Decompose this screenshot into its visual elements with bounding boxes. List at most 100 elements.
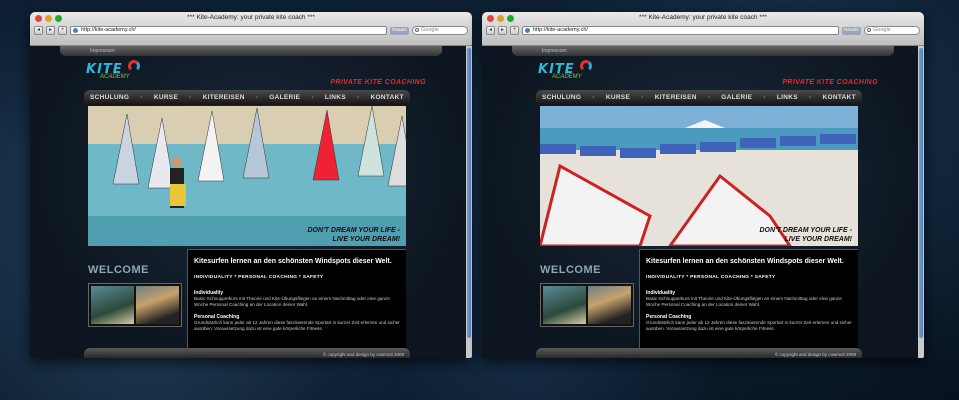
thumbnail-portrait[interactable] (588, 286, 631, 324)
windsurf-photo (88, 106, 406, 246)
vertical-scrollbar[interactable] (466, 46, 472, 358)
main-menu: SCHULUNG • KURSE • KITEREISEN • GALERIE • LINKS •… (84, 90, 410, 105)
content-headline: Kitesurfen lernen an den schönsten Winds… (194, 258, 392, 265)
menu-separator: • (255, 94, 259, 101)
search-placeholder: Google (421, 27, 439, 33)
page-footer: © copyright and design by cowmoti 2009 (84, 348, 410, 358)
hero-slogan: DON'T DREAM YOUR LIFE - LIVE YOUR DREAM! (307, 226, 400, 244)
search-input[interactable]: Google (864, 26, 920, 35)
beach-umbrella-0 (540, 144, 576, 154)
vertical-scrollbar[interactable] (918, 46, 924, 358)
content-headline: Kitesurfen lernen an den schönsten Winds… (646, 258, 844, 265)
url-text: http://kite-academy.ch/ (533, 27, 588, 33)
site-logo[interactable]: KITE ACADEMY (538, 60, 592, 80)
hero-image: DON'T DREAM YOUR LIFE - LIVE YOUR DREAM! (540, 106, 858, 246)
beach-umbrella-7 (820, 134, 856, 144)
reader-button[interactable]: Reader (390, 26, 409, 35)
title-bar: *** Kite-Academy: your private kite coac… (482, 12, 924, 46)
beach-umbrella-6 (780, 136, 816, 146)
toolbar: ◂ ▸ + http://kite-academy.ch/ Reader Goo… (486, 25, 920, 36)
url-text: http://kite-academy.ch/ (81, 27, 136, 33)
back-button[interactable]: ◂ (34, 26, 43, 35)
slogan-line-2: LIVE YOUR DREAM! (784, 236, 852, 243)
tagline: PRIVATE KITE COACHING (782, 79, 878, 86)
menu-item-kontakt[interactable]: KONTAKT (822, 94, 855, 101)
back-button[interactable]: ◂ (486, 26, 495, 35)
top-bar: Impressum (512, 46, 894, 56)
site-logo[interactable]: KITE ACADEMY (86, 60, 140, 80)
thumbnail-portrait[interactable] (136, 286, 179, 324)
menu-item-kitereisen[interactable]: KITEREISEN (203, 94, 245, 101)
thumbnail-group-photo[interactable] (543, 286, 586, 324)
menu-separator: • (809, 94, 812, 101)
globe-icon (525, 28, 530, 33)
content-tags: INDIVIDUALITY * PERSONAL COACHING * SAFE… (194, 275, 324, 280)
address-bar[interactable]: http://kite-academy.ch/ (70, 26, 388, 35)
bookmarks-bar (482, 37, 924, 46)
menu-separator: • (311, 94, 314, 101)
slogan-line-2: LIVE YOUR DREAM! (332, 236, 400, 243)
web-page: Impressum KITE ACADEMY PRIVATE KITE COAC… (482, 46, 924, 358)
thumbnail-group-photo[interactable] (91, 286, 134, 324)
beach-umbrella-1 (580, 146, 616, 156)
search-icon (415, 28, 419, 32)
window-title: *** Kite-Academy: your private kite coac… (187, 14, 315, 21)
menu-item-galerie[interactable]: GALERIE (269, 94, 300, 101)
add-bookmark-button[interactable]: + (510, 26, 519, 35)
menu-item-links[interactable]: LINKS (777, 94, 798, 101)
section-text-coaching: Grundsätzlich kann jeder ab 12 Jahren di… (646, 320, 852, 331)
search-input[interactable]: Google (412, 26, 468, 35)
impressum-link[interactable]: Impressum (542, 48, 567, 54)
welcome-heading: WELCOME (88, 264, 149, 276)
menu-separator: • (592, 94, 595, 101)
browser-window-left: *** Kite-Academy: your private kite coac… (30, 12, 472, 358)
forward-button[interactable]: ▸ (46, 26, 55, 35)
section-text-coaching: Grundsätzlich kann jeder ab 12 Jahren di… (194, 320, 400, 331)
window-title: *** Kite-Academy: your private kite coac… (639, 14, 767, 21)
photo-beach (88, 106, 406, 144)
reader-button[interactable]: Reader (842, 26, 861, 35)
content-tags: INDIVIDUALITY * PERSONAL COACHING * SAFE… (646, 275, 776, 280)
page-footer: © copyright and design by cowmoti 2009 (536, 348, 862, 358)
impressum-link[interactable]: Impressum (90, 48, 115, 54)
top-bar: Impressum (60, 46, 442, 56)
menu-item-kurse[interactable]: KURSE (154, 94, 178, 101)
section-text-individuality: Basic-Schnupperkurs mit Theorie und Kite… (646, 296, 842, 307)
logo-academy-text: ACADEMY (100, 74, 130, 80)
menu-item-schulung[interactable]: SCHULUNG (90, 94, 129, 101)
address-bar[interactable]: http://kite-academy.ch/ (522, 26, 840, 35)
tagline: PRIVATE KITE COACHING (330, 79, 426, 86)
kite-logo-icon (128, 60, 140, 72)
section-text-individuality: Basic-Schnupperkurs mit Theorie und Kite… (194, 296, 390, 307)
surfer-shorts (170, 184, 186, 206)
slogan-line-1: DON'T DREAM YOUR LIFE - (307, 227, 400, 234)
menu-item-schulung[interactable]: SCHULUNG (542, 94, 581, 101)
forward-button[interactable]: ▸ (498, 26, 507, 35)
hero-slogan: DON'T DREAM YOUR LIFE - LIVE YOUR DREAM! (759, 226, 852, 244)
toolbar: ◂ ▸ + http://kite-academy.ch/ Reader Goo… (34, 25, 468, 36)
menu-item-kontakt[interactable]: KONTAKT (370, 94, 403, 101)
slogan-line-1: DON'T DREAM YOUR LIFE - (759, 227, 852, 234)
copyright-text: © copyright and design by cowmoti 2009 (322, 352, 404, 357)
beach-umbrella-4 (700, 142, 736, 152)
surfer-head (172, 157, 182, 167)
main-menu: SCHULUNG • KURSE • KITEREISEN • GALERIE • LINKS •… (536, 90, 862, 105)
menu-item-galerie[interactable]: GALERIE (721, 94, 752, 101)
scrollbar-thumb[interactable] (919, 48, 923, 338)
menu-separator: • (189, 94, 192, 101)
search-placeholder: Google (873, 27, 891, 33)
hero-image: DON'T DREAM YOUR LIFE - LIVE YOUR DREAM! (88, 106, 406, 246)
scrollbar-thumb[interactable] (467, 48, 471, 338)
menu-item-kitereisen[interactable]: KITEREISEN (655, 94, 697, 101)
welcome-heading: WELCOME (540, 264, 601, 276)
beach-umbrella-3 (660, 144, 696, 154)
add-bookmark-button[interactable]: + (58, 26, 67, 35)
beach-photo (540, 106, 858, 246)
menu-item-links[interactable]: LINKS (325, 94, 346, 101)
main-content: Kitesurfen lernen an den schönsten Winds… (639, 249, 858, 358)
beach-umbrella-2 (620, 148, 656, 158)
kite-logo-icon (580, 60, 592, 72)
globe-icon (73, 28, 78, 33)
beach-umbrella-5 (740, 138, 776, 148)
menu-item-kurse[interactable]: KURSE (606, 94, 630, 101)
